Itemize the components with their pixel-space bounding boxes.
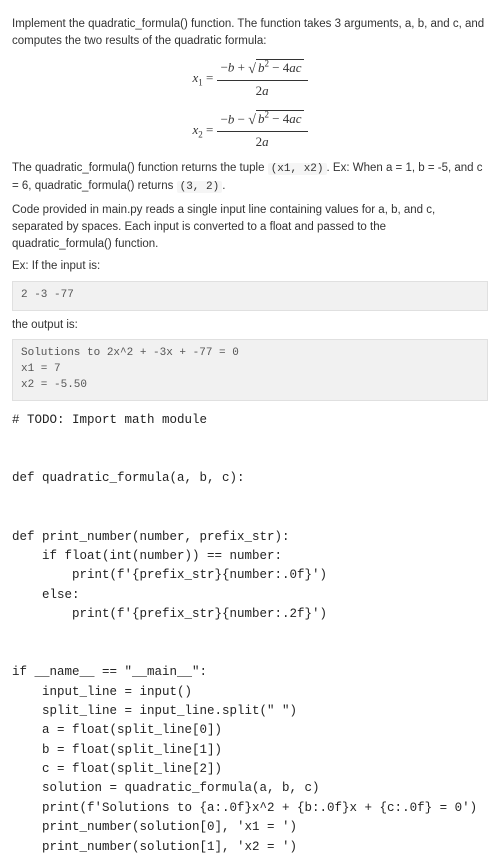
result-code: (3, 2) [177, 181, 223, 193]
source-code: # TODO: Import math module def quadratic… [12, 411, 488, 857]
returns-paragraph: The quadratic_formula() function returns… [12, 160, 488, 196]
example-input-label: Ex: If the input is: [12, 258, 488, 275]
formula-x2: x2 = −b − √b2 − 4ac 2a [12, 109, 488, 152]
tuple-code: (x1, x2) [268, 163, 327, 175]
desc-paragraph: Code provided in main.py reads a single … [12, 202, 488, 252]
example-output-box: Solutions to 2x^2 + -3x + -77 = 0 x1 = 7… [12, 339, 488, 401]
example-input-box: 2 -3 -77 [12, 281, 488, 311]
intro-paragraph: Implement the quadratic_formula() functi… [12, 16, 488, 49]
example-output-label: the output is: [12, 317, 488, 334]
formula-x1: x1 = −b + √b2 − 4ac 2a [12, 57, 488, 100]
